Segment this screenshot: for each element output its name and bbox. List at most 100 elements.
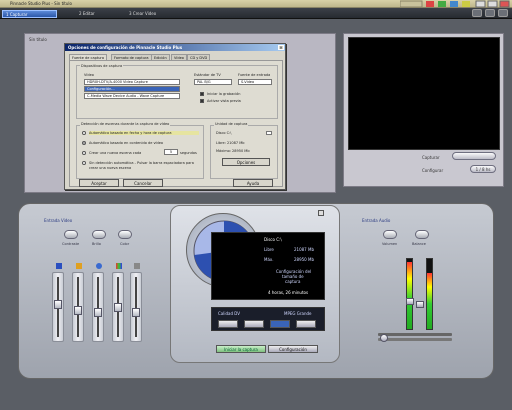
- tab-capture-label: 1 Capturar: [6, 12, 28, 17]
- preset-button-4[interactable]: [296, 320, 316, 328]
- tv-standard-select[interactable]: PAL B/G: [194, 79, 232, 85]
- video-input-title: Entrada Video: [44, 218, 73, 223]
- audio-extra-value: C-Media Wave Device Audio - Wave Capture: [87, 94, 165, 98]
- hue-channel-icon: [116, 263, 122, 269]
- enable-preview-checkbox[interactable]: [200, 99, 204, 103]
- brightness-knob[interactable]: [92, 230, 106, 239]
- video-fader-3[interactable]: [92, 272, 104, 342]
- settings-button-label: Configuración: [279, 347, 307, 352]
- audio-fader-handle-2[interactable]: [416, 301, 424, 308]
- start-capture-button[interactable]: Iniciar la captura: [216, 345, 266, 353]
- video-preview: [348, 37, 500, 150]
- app-close-icon[interactable]: [498, 9, 508, 17]
- scene-opt-manual-radio[interactable]: [82, 161, 86, 165]
- fader-handle[interactable]: [132, 308, 140, 317]
- scene-interval-value: 5: [169, 150, 173, 154]
- start-capture-button-label: Iniciar la captura: [224, 347, 258, 352]
- audio-device-value: Configuración...: [87, 87, 115, 91]
- scene-interval-input[interactable]: 5: [164, 149, 178, 155]
- scene-opt-content-radio[interactable]: [82, 141, 86, 145]
- video-fader-1[interactable]: [52, 272, 64, 342]
- color-knob[interactable]: [118, 230, 132, 239]
- fader-handle[interactable]: [54, 300, 62, 309]
- preset-button-3[interactable]: [270, 320, 290, 328]
- cancel-button[interactable]: Cancelar: [123, 179, 163, 187]
- preset-button-2[interactable]: [244, 320, 264, 328]
- maximize-icon: [487, 0, 498, 8]
- lcd-max-label: Máx.: [264, 257, 274, 262]
- tab-edit[interactable]: 2 Editar: [76, 10, 120, 18]
- balance-slider-track[interactable]: [378, 333, 452, 336]
- lcd-free-value: 21087 Mb: [294, 247, 314, 252]
- help-icon[interactable]: [472, 9, 482, 17]
- titlebar-icons[interactable]: [399, 0, 510, 8]
- contrast-knob[interactable]: [64, 230, 78, 239]
- config-button[interactable]: 1 / 8 hs: [470, 165, 496, 173]
- capture-disk-title: Unidad de captura: [214, 122, 249, 126]
- scene-interval-unit: segundos: [180, 151, 197, 155]
- ok-button[interactable]: Aceptar: [79, 179, 119, 187]
- audio-fader-handle-1[interactable]: [406, 298, 414, 305]
- start-recording-checkbox[interactable]: [200, 92, 204, 96]
- help-button[interactable]: Ayuda: [233, 179, 273, 187]
- fader-handle[interactable]: [74, 306, 82, 315]
- album-label: Sin título: [29, 37, 47, 42]
- panel-header-label: [258, 210, 324, 218]
- settings-button[interactable]: Configuración: [268, 345, 318, 353]
- tv-source-select[interactable]: S-Video: [238, 79, 272, 85]
- brightness-label: Brillo: [92, 242, 101, 246]
- app-minimize-icon[interactable]: [485, 9, 495, 17]
- dialog-tab-panel: Dispositivos de captura Vídeo HDRXH-DTV/…: [69, 60, 283, 187]
- scene-opt-datetime-label: Automático basado en fecha y hora de cap…: [89, 131, 199, 135]
- disk-drive-icon: [266, 131, 272, 135]
- play-icon: [438, 1, 446, 7]
- panel-close-icon[interactable]: [318, 210, 324, 216]
- minimize-icon: [475, 0, 486, 8]
- lcd-drive-header: Disco C:\: [264, 237, 282, 242]
- fader-handle[interactable]: [114, 303, 122, 312]
- meter-fill: [427, 273, 432, 329]
- ok-button-label: Aceptar: [91, 181, 107, 186]
- tab-capture[interactable]: 1 Capturar: [2, 10, 57, 18]
- window-title: Pinnacle Studio Plus - Sin título: [10, 1, 72, 6]
- format-right-label: MPEG Grande: [284, 311, 312, 316]
- audio-meter-2: [426, 258, 433, 330]
- audio-device-select[interactable]: Configuración...: [84, 86, 180, 92]
- disk-drive-label: Disco C:\: [216, 131, 232, 135]
- capture-devices-title: Dispositivos de captura: [80, 64, 124, 68]
- settings-dialog: Opciones de configuración de Pinnacle St…: [64, 43, 286, 190]
- record-icon: [426, 1, 434, 7]
- start-recording-label: Iniciar la grabación: [207, 92, 241, 96]
- balance-knob[interactable]: [415, 230, 429, 239]
- audio-extra-select[interactable]: C-Media Wave Device Audio - Wave Capture: [84, 93, 180, 99]
- enable-preview-label: Activar vista previa: [207, 99, 241, 103]
- tv-standard-label: Estándar de TV: [194, 73, 221, 77]
- dialog-close-icon[interactable]: ×: [278, 45, 284, 50]
- disk-options-button[interactable]: Opciones: [222, 158, 270, 166]
- balance-slider-thumb[interactable]: [380, 334, 388, 342]
- capture-status-button[interactable]: [452, 152, 496, 160]
- disk-max-label: Máximo: 28950 Mb: [216, 149, 250, 153]
- app-window-controls: [469, 9, 508, 18]
- scene-opt-manual-label: Sin detección automática - Pulsar la bar…: [89, 161, 194, 170]
- video-fader-2[interactable]: [72, 272, 84, 342]
- color-label: Color: [120, 242, 130, 246]
- video-device-select[interactable]: HDRXH-DTV/A-4000 Video Capture: [84, 79, 180, 85]
- video-fader-4[interactable]: [112, 272, 124, 342]
- window-titlebar-controls[interactable]: [399, 0, 510, 8]
- preset-button-1[interactable]: [218, 320, 238, 328]
- fader-handle[interactable]: [94, 308, 102, 317]
- fader-slot: [135, 277, 137, 337]
- scene-opt-interval-radio[interactable]: [82, 151, 86, 155]
- audio-meter-1: [406, 258, 413, 330]
- config-button-label: 1 / 8 hs: [475, 167, 491, 172]
- scene-opt-datetime-radio[interactable]: [82, 131, 86, 135]
- video-fader-5[interactable]: [130, 272, 142, 342]
- tv-standard-value: PAL B/G: [197, 80, 211, 84]
- lcd-quality-line3: captura: [285, 279, 301, 284]
- saturation-channel-icon: [96, 263, 102, 269]
- volume-knob[interactable]: [383, 230, 397, 239]
- stop-icon: [450, 1, 458, 7]
- help-button-label: Ayuda: [246, 181, 260, 186]
- tab-make-movie[interactable]: 3 Crear Video: [126, 10, 176, 18]
